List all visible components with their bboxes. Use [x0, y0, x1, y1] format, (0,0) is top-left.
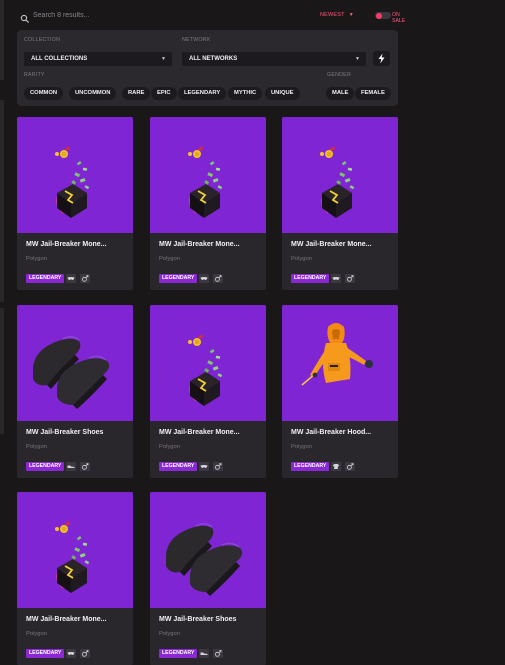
- male-icon: [213, 274, 223, 283]
- product-image-money-box: [150, 305, 266, 421]
- rarity-badge: LEGENDARY: [26, 274, 65, 283]
- male-icon: [213, 462, 223, 471]
- rarity-chip-legendary[interactable]: LEGENDARY: [178, 87, 227, 100]
- product-title: MW Jail-Breaker Hood...: [291, 429, 372, 436]
- male-icon: [80, 462, 90, 471]
- search-input[interactable]: [33, 9, 233, 22]
- on-sale-label: ON SALE: [392, 12, 406, 24]
- product-network: Polygon: [159, 631, 180, 637]
- product-image-money-box: [17, 492, 133, 608]
- product-title: MW Jail-Breaker Mone...: [159, 429, 240, 436]
- mask-icon: [66, 274, 76, 283]
- chevron-down-icon: ▼: [161, 56, 166, 62]
- product-network: Polygon: [291, 256, 312, 262]
- male-icon: [345, 462, 355, 471]
- gender-chip-female[interactable]: FEMALE: [355, 87, 391, 100]
- product-network: Polygon: [159, 444, 180, 450]
- rarity-badge: LEGENDARY: [159, 462, 198, 471]
- rarity-chip-uncommon[interactable]: UNCOMMON: [69, 87, 117, 100]
- sort-label: NEWEST: [320, 12, 345, 18]
- product-card[interactable]: MW Jail-Breaker Mone... Polygon LEGENDAR…: [17, 492, 133, 665]
- product-image-shoes: [150, 492, 266, 608]
- sort-dropdown[interactable]: NEWEST ▼: [320, 12, 354, 18]
- product-title: MW Jail-Breaker Shoes: [26, 429, 104, 436]
- male-icon: [80, 274, 90, 283]
- product-title: MW Jail-Breaker Mone...: [159, 241, 240, 248]
- product-card[interactable]: MW Jail-Breaker Mone... Polygon LEGENDAR…: [150, 117, 266, 290]
- product-image-money-box: [17, 117, 133, 233]
- product-card[interactable]: MW Jail-Breaker Mone... Polygon LEGENDAR…: [282, 117, 398, 290]
- rarity-badge: LEGENDARY: [159, 649, 198, 658]
- on-sale-toggle[interactable]: [375, 12, 391, 19]
- product-image-hoodie: [282, 305, 398, 421]
- rarity-chip-epic[interactable]: EPIC: [151, 87, 177, 100]
- rarity-chip-rare[interactable]: RARE: [122, 87, 151, 100]
- left-panel-edge: [0, 0, 4, 80]
- rarity-chip-unique[interactable]: UNIQUE: [265, 87, 300, 100]
- lightning-bolt-icon: [378, 53, 385, 64]
- toggle-knob: [376, 12, 382, 19]
- mask-icon: [331, 274, 341, 283]
- rarity-label: RARITY: [24, 72, 45, 78]
- rarity-badge: LEGENDARY: [159, 274, 198, 283]
- shirt-icon: [331, 462, 341, 471]
- mask-icon: [199, 274, 209, 283]
- product-card[interactable]: MW Jail-Breaker Mone... Polygon LEGENDAR…: [150, 305, 266, 478]
- product-network: Polygon: [26, 256, 47, 262]
- network-value: ALL NETWORKS: [189, 56, 238, 62]
- collection-value: ALL COLLECTIONS: [31, 56, 88, 62]
- product-network: Polygon: [159, 256, 180, 262]
- product-image-money-box: [282, 117, 398, 233]
- product-title: MW Jail-Breaker Mone...: [291, 241, 372, 248]
- gender-chip-male[interactable]: MALE: [326, 87, 355, 100]
- toolbar: NEWEST▼ ON SALE: [17, 8, 405, 24]
- shoe-icon: [66, 462, 76, 471]
- network-select[interactable]: ALL NETWORKS ▼: [182, 52, 366, 66]
- product-network: Polygon: [26, 631, 47, 637]
- mask-icon: [66, 649, 76, 658]
- rarity-badge: LEGENDARY: [291, 274, 330, 283]
- product-network: Polygon: [291, 444, 312, 450]
- left-panel-edge: [0, 100, 4, 302]
- network-label: NETWORK: [182, 37, 211, 43]
- product-card[interactable]: MW Jail-Breaker Mone... Polygon LEGENDAR…: [17, 117, 133, 290]
- product-title: MW Jail-Breaker Mone...: [26, 241, 107, 248]
- rarity-chip-mythic[interactable]: MYTHIC: [228, 87, 263, 100]
- rarity-chip-common[interactable]: COMMON: [24, 87, 64, 100]
- collection-select[interactable]: ALL COLLECTIONS ▼: [24, 52, 172, 66]
- gender-label: GENDER: [327, 72, 351, 78]
- rarity-badge: LEGENDARY: [26, 462, 65, 471]
- collection-label: COLLECTION: [24, 37, 61, 43]
- shoe-icon: [199, 649, 209, 658]
- filter-panel: COLLECTION ALL COLLECTIONS ▼ NETWORK ALL…: [17, 30, 398, 106]
- mask-icon: [199, 462, 209, 471]
- male-icon: [345, 274, 355, 283]
- male-icon: [80, 649, 90, 658]
- rarity-badge: LEGENDARY: [26, 649, 65, 658]
- product-image-shoes: [17, 305, 133, 421]
- search-icon: [20, 11, 30, 24]
- chevron-down-icon: ▼: [348, 12, 354, 18]
- bolt-button[interactable]: [373, 51, 390, 66]
- product-image-money-box: [150, 117, 266, 233]
- male-icon: [213, 649, 223, 658]
- product-network: Polygon: [26, 444, 47, 450]
- rarity-badge: LEGENDARY: [291, 462, 330, 471]
- left-panel-edge: [0, 308, 4, 434]
- product-card[interactable]: MW Jail-Breaker Shoes Polygon LEGENDARY: [17, 305, 133, 478]
- product-card[interactable]: MW Jail-Breaker Shoes Polygon LEGENDARY: [150, 492, 266, 665]
- product-card[interactable]: MW Jail-Breaker Hood... Polygon LEGENDAR…: [282, 305, 398, 478]
- chevron-down-icon: ▼: [355, 56, 360, 62]
